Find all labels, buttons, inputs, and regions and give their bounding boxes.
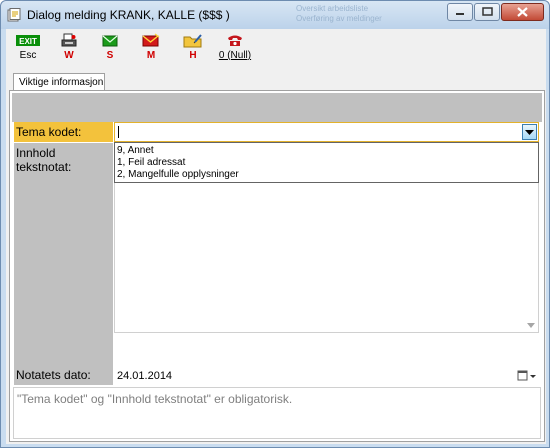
text-caret: [118, 126, 119, 138]
tema-kodet-label: Tema kodet:: [14, 122, 113, 142]
dato-value: 24.01.2014: [117, 370, 173, 382]
svg-text:EXIT: EXIT: [19, 37, 37, 46]
red-mail-icon: [142, 33, 160, 47]
dropdown-option[interactable]: 1, Feil adressat: [117, 157, 185, 168]
s-button[interactable]: S: [100, 33, 120, 63]
calendar-dropdown-icon[interactable]: [517, 369, 537, 383]
tema-dropdown-button[interactable]: [522, 124, 537, 140]
exit-icon: EXIT: [16, 35, 40, 46]
m-button[interactable]: M: [141, 33, 161, 63]
innhold-tekstnotat-label: Innhold tekstnotat:: [14, 143, 113, 174]
exit-label: Esc: [19, 50, 37, 61]
telephone-icon: [228, 35, 242, 46]
notatets-dato-label: Notatets dato:: [14, 365, 113, 385]
print-document-icon: [61, 33, 77, 47]
minimize-button[interactable]: [447, 3, 473, 21]
null-button[interactable]: 0 (Null): [214, 33, 256, 63]
app-icon: [7, 8, 21, 22]
m-label: M: [146, 50, 156, 61]
background-window-ghost: Oversikt arbeidsliste Overføring av meld…: [296, 4, 382, 23]
envelope-icon: [102, 35, 118, 47]
tab-viktige-informasjon[interactable]: Viktige informasjon: [13, 73, 105, 91]
window-title: Dialog melding KRANK, KALLE ($$$ ): [27, 8, 230, 22]
w-label: W: [64, 50, 74, 61]
dropdown-option[interactable]: 9, Annet: [117, 145, 154, 156]
label-column: [14, 163, 113, 365]
chevron-down-icon: [525, 130, 534, 135]
h-label: H: [189, 50, 197, 61]
title-bar[interactable]: Dialog melding KRANK, KALLE ($$$ ) Overs…: [1, 1, 549, 29]
folder-edit-icon: [183, 34, 202, 48]
header-band: [12, 93, 542, 122]
exit-button[interactable]: EXIT Esc: [14, 33, 42, 63]
tema-kodet-combobox[interactable]: [114, 122, 539, 142]
tema-dropdown-list: 9, Annet 1, Feil adressat 2, Mangelfulle…: [114, 142, 539, 183]
dropdown-option[interactable]: 2, Mangelfulle opplysninger: [117, 169, 239, 180]
validation-message: "Tema kodet" og "Innhold tekstnotat" er …: [13, 387, 541, 439]
minimize-icon: [456, 13, 464, 15]
scroll-down-icon[interactable]: [527, 323, 535, 328]
close-button[interactable]: [501, 3, 544, 21]
maximize-icon: [482, 7, 493, 16]
maximize-button[interactable]: [474, 3, 500, 21]
h-button[interactable]: H: [182, 33, 204, 63]
tab-panel: Tema kodet: Innhold tekstnotat: 9, Annet…: [9, 90, 545, 442]
w-button[interactable]: W: [59, 33, 79, 63]
s-label: S: [106, 50, 114, 61]
notatets-dato-field[interactable]: 24.01.2014: [114, 367, 539, 386]
null-label: 0 (Null): [218, 50, 252, 61]
dialog-client-area: EXIT Esc W S M H 0 (Null) Viktige inform…: [6, 29, 546, 444]
dialog-window: Dialog melding KRANK, KALLE ($$$ ) Overs…: [0, 0, 550, 448]
close-icon: [517, 7, 528, 17]
